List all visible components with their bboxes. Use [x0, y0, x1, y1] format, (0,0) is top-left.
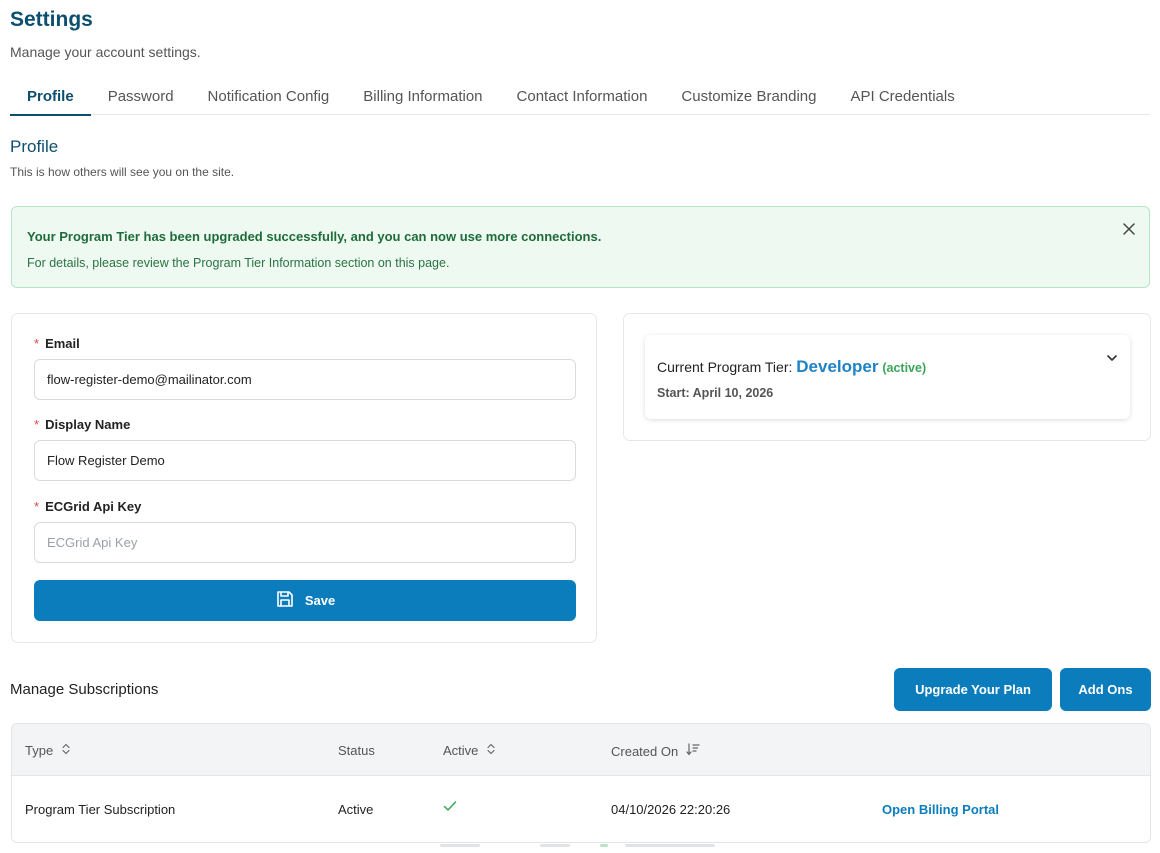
save-button[interactable]: Save	[34, 580, 576, 621]
upgrade-plan-button[interactable]: Upgrade Your Plan	[894, 668, 1052, 711]
program-tier-card: Current Program Tier: Developer (active)…	[623, 313, 1151, 441]
scroll-remnant	[600, 844, 608, 847]
close-icon[interactable]	[1123, 220, 1135, 240]
sort-icon	[61, 743, 71, 758]
add-ons-button[interactable]: Add Ons	[1060, 668, 1151, 711]
scroll-remnant	[625, 844, 715, 847]
tab-customize-branding[interactable]: Customize Branding	[664, 76, 833, 115]
page-subtitle: Manage your account settings.	[10, 44, 201, 60]
profile-form-card: *Email *Display Name *ECGrid Api Key Sav…	[11, 313, 597, 643]
row-type: Program Tier Subscription	[25, 802, 176, 817]
tier-name: Developer	[796, 357, 879, 376]
open-billing-portal-link[interactable]: Open Billing Portal	[882, 802, 999, 817]
api-key-label: * ECGrid Api Key	[34, 499, 142, 514]
scroll-remnant	[440, 844, 480, 847]
save-button-label: Save	[304, 593, 336, 608]
success-alert: Your Program Tier has been upgraded succ…	[11, 206, 1150, 288]
alert-title: Your Program Tier has been upgraded succ…	[27, 229, 602, 244]
email-label: * Email	[34, 336, 80, 351]
required-mark: *	[34, 499, 40, 514]
display-name-label: * Display Name	[34, 417, 131, 432]
column-type[interactable]: Type	[25, 743, 71, 758]
column-status: Status	[338, 743, 375, 758]
settings-tabs: Profile Password Notification Config Bil…	[10, 76, 1150, 116]
sort-icon	[486, 743, 496, 758]
column-created-on[interactable]: Created On	[611, 743, 700, 759]
save-icon	[275, 589, 295, 612]
program-tier-panel[interactable]: Current Program Tier: Developer (active)…	[645, 335, 1130, 419]
tab-api-credentials[interactable]: API Credentials	[834, 76, 972, 115]
email-field[interactable]	[34, 359, 576, 400]
check-icon	[443, 800, 457, 815]
subscriptions-table: Type Status Active Created On Program Ti…	[11, 723, 1151, 843]
tier-start-date: Start: April 10, 2026	[657, 386, 774, 400]
tab-billing-information[interactable]: Billing Information	[346, 76, 499, 115]
api-key-field[interactable]	[34, 522, 576, 563]
required-mark: *	[34, 336, 40, 351]
row-status: Active	[338, 802, 374, 817]
column-active[interactable]: Active	[443, 743, 496, 758]
alert-description: For details, please review the Program T…	[27, 256, 450, 270]
required-mark: *	[34, 417, 40, 432]
tab-notification-config[interactable]: Notification Config	[191, 76, 347, 115]
display-name-field[interactable]	[34, 440, 576, 481]
chevron-down-icon[interactable]	[1106, 351, 1118, 369]
section-subtitle: This is how others will see you on the s…	[10, 165, 235, 179]
tab-password[interactable]: Password	[91, 76, 191, 115]
subscriptions-title: Manage Subscriptions	[10, 681, 159, 698]
scroll-remnant	[540, 844, 570, 847]
table-header: Type Status Active Created On	[12, 724, 1150, 776]
tier-status: (active)	[882, 361, 927, 375]
page-title: Settings	[10, 8, 93, 31]
tab-contact-information[interactable]: Contact Information	[500, 76, 665, 115]
sort-descending-icon	[686, 743, 700, 759]
row-created-on: 04/10/2026 22:20:26	[611, 802, 731, 817]
tab-profile[interactable]: Profile	[10, 76, 91, 116]
section-title: Profile	[10, 137, 59, 156]
tier-heading: Current Program Tier: Developer (active)	[657, 357, 927, 376]
